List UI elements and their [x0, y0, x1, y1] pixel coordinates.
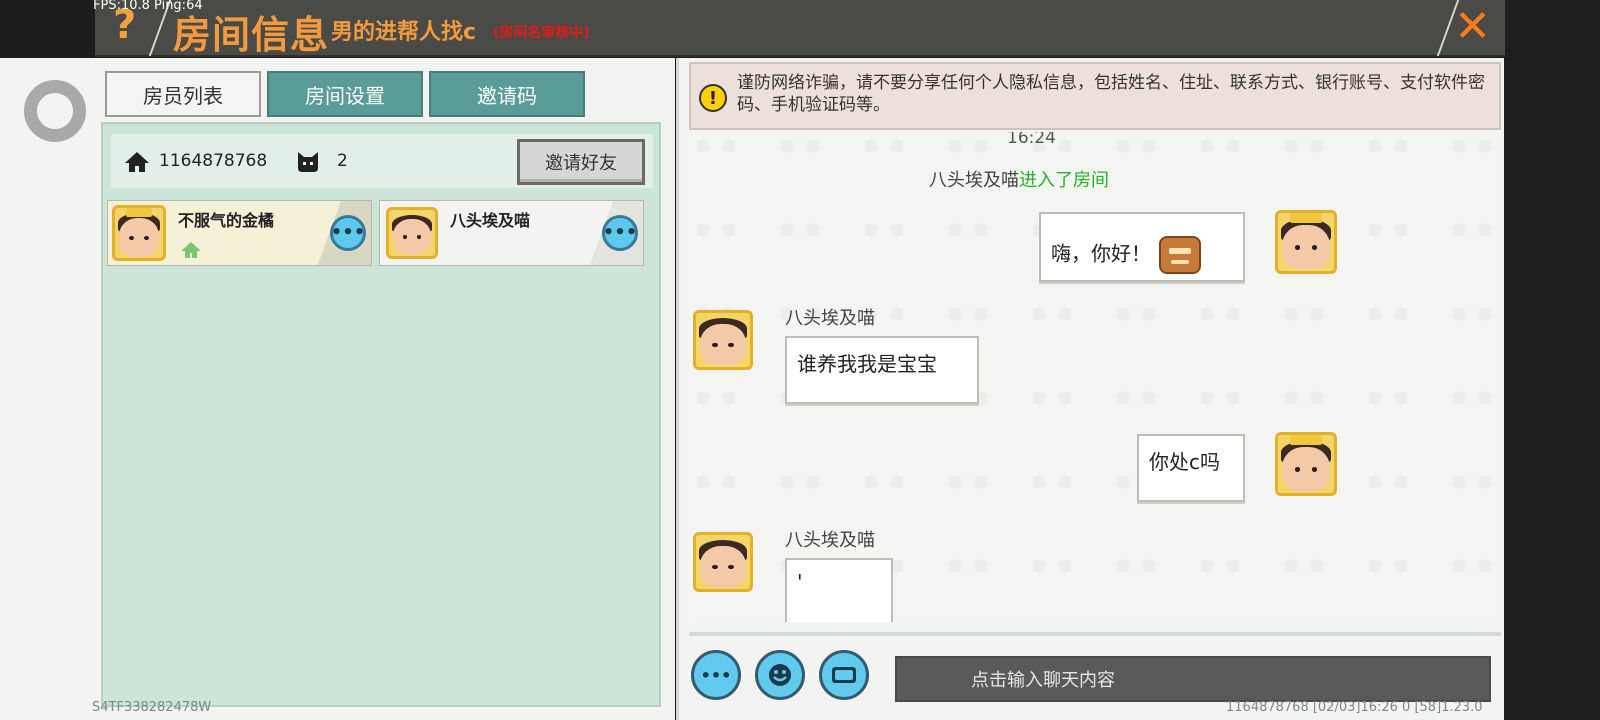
warning-icon: ! — [699, 84, 727, 112]
host-house-icon — [181, 242, 201, 258]
member-list: 1164878768 2 邀请好友 不服气的金橘 ••• 八头埃及喵 ••• — [101, 122, 661, 707]
chat-panel: ! 谨防网络诈骗，请不要分享任何个人隐私信息，包括姓名、住址、联系方式、银行账号… — [676, 58, 1504, 720]
sender-avatar[interactable] — [693, 310, 753, 370]
avatar-eye — [143, 235, 149, 240]
keyboard-icon — [832, 667, 856, 683]
device-id: S4TF338282478W — [92, 700, 212, 715]
chat-sender-name: 八头埃及喵 — [785, 530, 875, 551]
avatar-face — [700, 323, 746, 366]
system-message-user: 八头埃及喵 — [929, 170, 1019, 191]
member-name: 不服气的金橘 — [178, 211, 275, 230]
game-background-right — [1505, 0, 1600, 720]
chat-message-text: 谁养我我是宝宝 — [797, 352, 937, 376]
chat-bubble-other: ' — [785, 558, 893, 622]
more-options-button[interactable]: ••• — [691, 650, 741, 700]
member-card[interactable]: 八头埃及喵 ••• — [379, 200, 644, 266]
chat-bubble-self: 你处c吗 — [1137, 434, 1245, 502]
chat-bubble-other: 谁养我我是宝宝 — [785, 336, 979, 404]
room-info-header: ? 房间信息 男的进帮人找c (房间名审核中) ✕ — [95, 0, 1505, 57]
house-icon — [125, 152, 149, 172]
avatar-eye — [728, 564, 734, 569]
tab-invite-code[interactable]: 邀请码 — [429, 71, 585, 117]
self-avatar[interactable] — [1275, 432, 1337, 496]
chat-message-text: 嗨，你好！ — [1051, 241, 1151, 266]
avatar-eye — [1311, 244, 1318, 250]
avatar[interactable] — [112, 205, 166, 261]
avatar-badge-icon — [1290, 435, 1322, 446]
chat-message-text: 你处c吗 — [1149, 450, 1220, 474]
sender-avatar[interactable] — [693, 532, 753, 592]
member-card[interactable]: 不服气的金橘 ••• — [107, 200, 372, 266]
avatar-eye — [728, 342, 734, 347]
avatar-badge-icon — [125, 208, 153, 217]
game-background-left — [0, 0, 93, 58]
self-avatar[interactable] — [1275, 210, 1337, 274]
avatar-face — [1282, 224, 1330, 270]
avatar-eye — [712, 342, 718, 347]
room-id: 1164878768 — [159, 151, 268, 171]
room-info-row: 1164878768 2 邀请好友 — [111, 134, 653, 188]
member-count: 2 — [337, 151, 348, 171]
member-more-button[interactable]: ••• — [602, 215, 638, 251]
avatar-face — [392, 219, 432, 256]
room-name-review-status: (房间名审核中) — [493, 25, 590, 41]
avatar-badge-icon — [1290, 213, 1322, 224]
member-count-icon — [298, 152, 318, 172]
member-name: 八头埃及喵 — [450, 211, 531, 230]
keyboard-toggle-button[interactable] — [819, 650, 869, 700]
avatar-face — [700, 545, 746, 588]
member-more-button[interactable]: ••• — [330, 215, 366, 251]
system-message-action: 进入了房间 — [1019, 170, 1109, 191]
chat-divider — [689, 632, 1501, 636]
chat-bubble-self: 嗨，你好！ — [1039, 212, 1245, 282]
tab-member-list[interactable]: 房员列表 — [105, 71, 261, 117]
close-button[interactable]: ✕ — [1454, 0, 1491, 54]
emoji-sticker-icon — [1159, 236, 1201, 274]
chat-messages[interactable]: 16:24 八头埃及喵进入了房间 嗨，你好！ 八头埃及喵 谁养我我是宝宝 你处c… — [689, 132, 1501, 622]
status-bar-text: 1164878768 [02/03]16:26 0 [58]1.23.0 — [1226, 700, 1483, 715]
avatar-eye — [1294, 466, 1301, 472]
chat-message-text: ' — [797, 570, 803, 594]
chat-input[interactable]: 点击输入聊天内容 — [895, 656, 1491, 702]
avatar-eye — [129, 235, 135, 240]
avatar-eye — [1294, 244, 1301, 250]
avatar-eye — [416, 235, 422, 239]
tab-room-settings[interactable]: 房间设置 — [267, 71, 423, 117]
room-name: 男的进帮人找c — [331, 20, 477, 45]
invite-friends-button[interactable]: 邀请好友 — [517, 139, 645, 185]
avatar-eye — [712, 564, 718, 569]
emoji-button[interactable] — [755, 650, 805, 700]
avatar-face — [118, 218, 160, 257]
smiley-icon — [769, 664, 791, 686]
fps-ping-readout: FPS:10.8 Ping:64 — [93, 0, 203, 13]
ring-icon[interactable] — [24, 80, 86, 142]
left-gutter — [0, 58, 95, 720]
avatar[interactable] — [386, 207, 438, 259]
chat-sender-name: 八头埃及喵 — [785, 308, 875, 329]
chat-timestamp: 16:24 — [1007, 132, 1056, 148]
system-message: 八头埃及喵进入了房间 — [929, 166, 1109, 192]
member-panel: 房员列表 房间设置 邀请码 1164878768 2 邀请好友 不服气的金橘 •… — [95, 58, 675, 720]
avatar-eye — [1311, 466, 1318, 472]
avatar-face — [1282, 446, 1330, 492]
fraud-warning-banner: ! 谨防网络诈骗，请不要分享任何个人隐私信息，包括姓名、住址、联系方式、银行账号… — [689, 62, 1501, 130]
fraud-warning-text: 谨防网络诈骗，请不要分享任何个人隐私信息，包括姓名、住址、联系方式、银行账号、支… — [737, 73, 1485, 115]
